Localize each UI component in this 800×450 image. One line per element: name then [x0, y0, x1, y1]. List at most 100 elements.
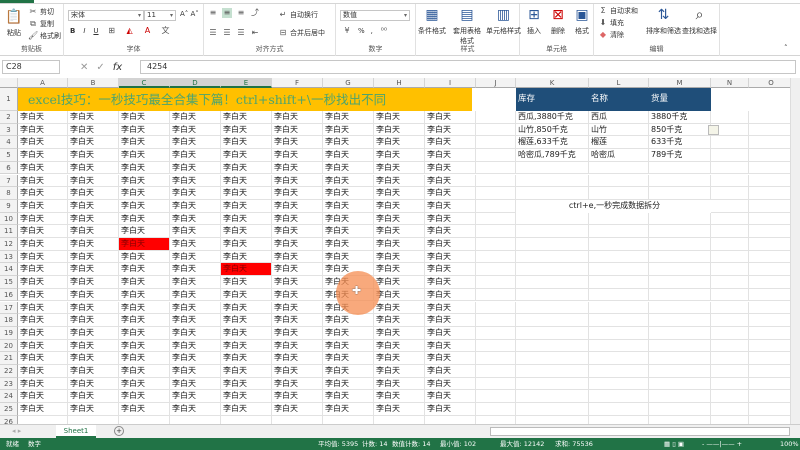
autosum-button[interactable]: Σ 自动求和 — [598, 6, 638, 16]
cell-h10[interactable]: 李白天 — [374, 212, 425, 226]
cell-k17[interactable] — [516, 301, 589, 315]
align-bottom-icon[interactable]: ≡ — [236, 8, 246, 18]
file-tab[interactable] — [0, 0, 34, 3]
table-header-cell[interactable]: 货量 — [649, 88, 711, 111]
format-as-table-button[interactable]: ▤ 套用表格格式 — [452, 6, 482, 46]
cell-j12[interactable] — [476, 238, 516, 251]
cell-m17[interactable] — [649, 301, 711, 315]
cell-o10[interactable] — [749, 213, 790, 226]
cell-g25[interactable]: 李白天 — [323, 403, 374, 416]
cell-l13[interactable] — [589, 250, 649, 264]
cell-o13[interactable] — [749, 251, 790, 264]
row-header[interactable]: 3 — [0, 123, 18, 137]
cell-o8[interactable] — [749, 187, 790, 200]
cell-e18[interactable]: 李白天 — [221, 314, 272, 327]
cell-a23[interactable]: 李白天 — [18, 377, 68, 391]
cell-f3[interactable]: 李白天 — [272, 123, 323, 137]
cell-k16[interactable] — [516, 288, 589, 302]
cell-g22[interactable]: 李白天 — [323, 365, 374, 378]
cell-g26[interactable] — [323, 415, 374, 424]
cell-g2[interactable]: 李白天 — [323, 111, 374, 124]
cell-l12[interactable] — [589, 238, 649, 251]
row-header[interactable]: 14 — [0, 263, 18, 277]
find-select-button[interactable]: ⌕ 查找和选择 — [682, 6, 717, 36]
cell-l20[interactable] — [589, 339, 649, 353]
cell-h16[interactable]: 李白天 — [374, 288, 425, 302]
row-header[interactable]: 4 — [0, 136, 18, 150]
cell-k24[interactable] — [516, 390, 589, 404]
cell-h14[interactable]: 李白天 — [374, 263, 425, 277]
cell-c7[interactable]: 李白天 — [119, 174, 170, 188]
tab-nav-arrows[interactable]: ◂ ▸ — [12, 427, 21, 435]
table-header-cell[interactable]: 名称 — [589, 88, 649, 111]
cell-o18[interactable] — [749, 314, 790, 327]
row-header[interactable]: 25 — [0, 403, 18, 416]
clear-button[interactable]: ◆ 清除 — [598, 30, 624, 40]
cell-n6[interactable] — [711, 161, 749, 175]
cell-e8[interactable]: 李白天 — [221, 187, 272, 200]
cell-f8[interactable]: 李白天 — [272, 187, 323, 200]
cell-c21[interactable]: 李白天 — [119, 352, 170, 365]
cell-n21[interactable] — [711, 352, 749, 365]
cell-c16[interactable]: 李白天 — [119, 288, 170, 302]
cell-m18[interactable] — [649, 314, 711, 327]
flash-fill-options-icon[interactable] — [708, 124, 719, 135]
cell-k3[interactable]: 山竹,850千克 — [516, 123, 589, 137]
cell-j13[interactable] — [476, 250, 516, 264]
cell-j21[interactable] — [476, 352, 516, 365]
cell-i19[interactable]: 李白天 — [425, 326, 476, 340]
cell-g8[interactable]: 李白天 — [323, 187, 374, 200]
cell-i10[interactable]: 李白天 — [425, 212, 476, 226]
cell-o21[interactable] — [749, 352, 790, 365]
cell-l4[interactable]: 榴莲 — [589, 136, 649, 150]
cell-h23[interactable]: 李白天 — [374, 377, 425, 391]
cell-i15[interactable]: 李白天 — [425, 276, 476, 289]
cell-e7[interactable]: 李白天 — [221, 174, 272, 188]
cell-h8[interactable]: 李白天 — [374, 187, 425, 200]
cell-e24[interactable]: 李白天 — [221, 390, 272, 404]
cell-k7[interactable] — [516, 174, 589, 188]
column-header-o[interactable]: O — [749, 78, 790, 88]
fill-button[interactable]: ⬇ 填充 — [598, 18, 624, 28]
column-header-m[interactable]: M — [649, 78, 711, 88]
cell-g9[interactable]: 李白天 — [323, 199, 374, 213]
row-header[interactable]: 19 — [0, 326, 18, 340]
column-header-i[interactable]: I — [425, 78, 476, 88]
align-left-icon[interactable]: ☰ — [208, 28, 218, 38]
cell-j8[interactable] — [476, 187, 516, 200]
cell-d16[interactable]: 李白天 — [170, 288, 221, 302]
horizontal-scrollbar[interactable] — [490, 427, 790, 436]
cell-a2[interactable]: 李白天 — [18, 111, 68, 124]
cell-j11[interactable] — [476, 225, 516, 238]
cell-c3[interactable]: 李白天 — [119, 123, 170, 137]
cell-g3[interactable]: 李白天 — [323, 123, 374, 137]
cell-j9[interactable] — [476, 199, 516, 213]
cell-a19[interactable]: 李白天 — [18, 326, 68, 340]
border-icon[interactable]: ⊞ — [107, 26, 117, 36]
vertical-scrollbar[interactable] — [790, 78, 800, 424]
cell-o15[interactable] — [749, 276, 790, 289]
cell-b12[interactable]: 李白天 — [68, 238, 119, 251]
cell-o26[interactable] — [749, 416, 790, 424]
cell-b6[interactable]: 李白天 — [68, 161, 119, 175]
cell-h17[interactable]: 李白天 — [374, 301, 425, 315]
cell-a15[interactable]: 李白天 — [18, 276, 68, 289]
row-header[interactable]: 7 — [0, 174, 18, 188]
cell-d6[interactable]: 李白天 — [170, 161, 221, 175]
cell-k10[interactable] — [516, 212, 589, 226]
cell-a13[interactable]: 李白天 — [18, 250, 68, 264]
cell-c4[interactable]: 李白天 — [119, 136, 170, 150]
cell-f11[interactable]: 李白天 — [272, 225, 323, 238]
cell-f9[interactable]: 李白天 — [272, 199, 323, 213]
cell-c8[interactable]: 李白天 — [119, 187, 170, 200]
cell-f19[interactable]: 李白天 — [272, 326, 323, 340]
cell-e23[interactable]: 李白天 — [221, 377, 272, 391]
row-header[interactable]: 2 — [0, 111, 18, 124]
cell-l2[interactable]: 西瓜 — [589, 111, 649, 124]
cell-d3[interactable]: 李白天 — [170, 123, 221, 137]
cell-b18[interactable]: 李白天 — [68, 314, 119, 327]
cell-o11[interactable] — [749, 225, 790, 238]
cell-a9[interactable]: 李白天 — [18, 199, 68, 213]
cell-n17[interactable] — [711, 301, 749, 315]
row-header[interactable]: 21 — [0, 352, 18, 365]
